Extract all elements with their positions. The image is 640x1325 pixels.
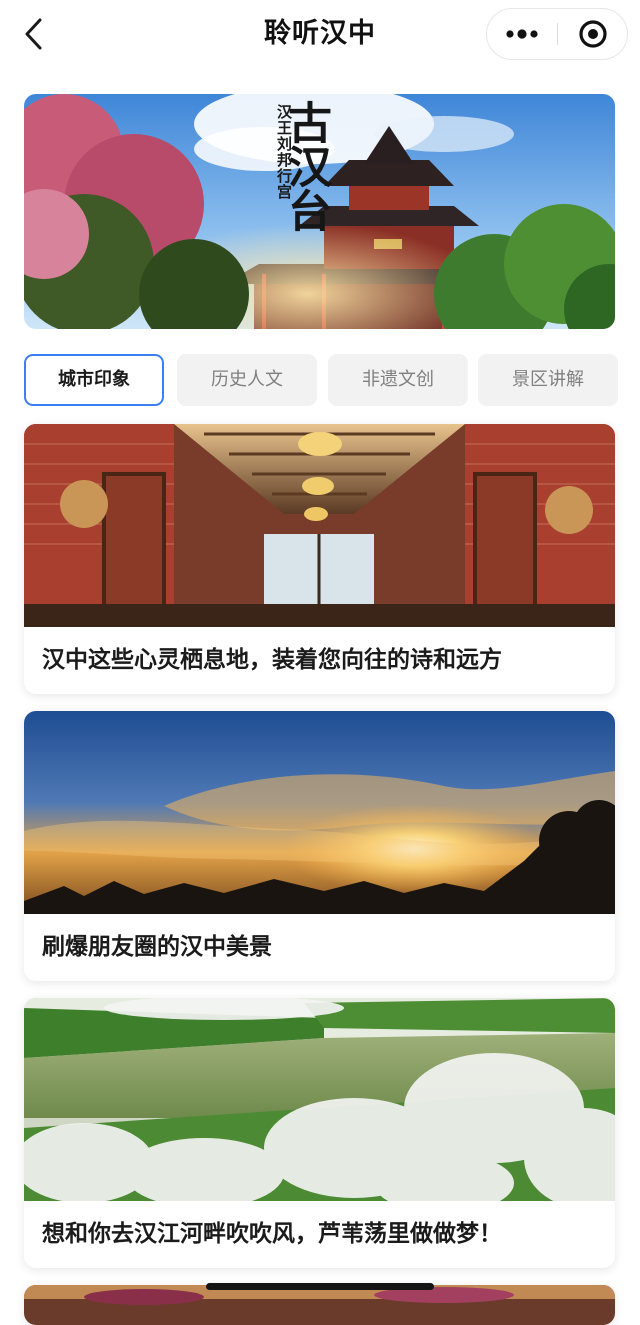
mini-program-capsule	[486, 8, 628, 60]
banner-title: 古汉台	[280, 100, 331, 232]
tab-intangible-heritage[interactable]: 非遗文创	[328, 354, 468, 406]
tab-history-culture[interactable]: 历史人文	[177, 354, 317, 406]
target-icon	[579, 20, 607, 48]
article-title: 汉中这些心灵栖息地，装着您向往的诗和远方	[42, 647, 502, 673]
article-card[interactable]	[24, 1285, 615, 1325]
tab-scenic-guide[interactable]: 景区讲解	[478, 354, 618, 406]
more-dots-icon	[506, 29, 538, 39]
more-button[interactable]	[487, 9, 557, 59]
article-thumbnail	[24, 998, 615, 1201]
article-card[interactable]: 想和你去汉江河畔吹吹风，芦苇荡里做做梦！	[24, 998, 615, 1268]
category-tabs: 城市印象 历史人文 非遗文创 景区讲解	[24, 354, 618, 408]
article-thumbnail	[24, 424, 615, 627]
article-title: 刷爆朋友圈的汉中美景	[42, 934, 272, 960]
article-card[interactable]: 汉中这些心灵栖息地，装着您向往的诗和远方	[24, 424, 615, 694]
tab-city-impression[interactable]: 城市印象	[24, 354, 164, 406]
nav-bar: 聆听汉中	[0, 0, 640, 72]
article-thumbnail	[24, 711, 615, 914]
article-thumbnail	[24, 1285, 615, 1325]
close-miniprogram-button[interactable]	[558, 9, 628, 59]
article-title: 想和你去汉江河畔吹吹风，芦苇荡里做做梦！	[42, 1221, 502, 1247]
banner-carousel[interactable]: 汉王刘邦行宫 古汉台	[24, 94, 615, 329]
article-card[interactable]: 刷爆朋友圈的汉中美景	[24, 711, 615, 981]
home-indicator	[206, 1283, 434, 1290]
